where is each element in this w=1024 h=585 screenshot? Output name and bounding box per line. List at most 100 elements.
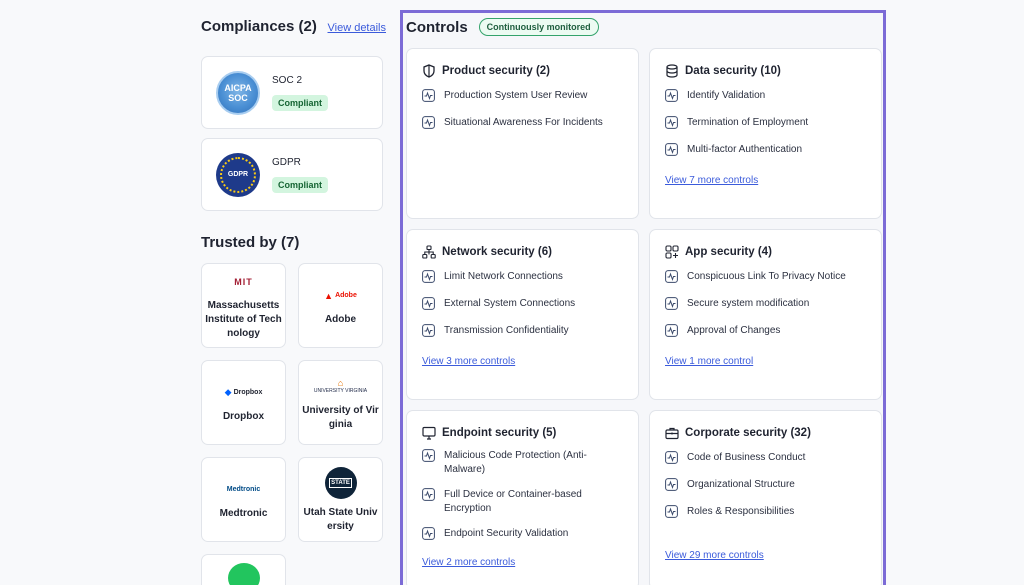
control-item[interactable]: Transmission Confidentiality (422, 324, 623, 338)
control-label: Organizational Structure (687, 479, 795, 490)
uva-logo-text: UNIVERSITY VIRGINIA (313, 387, 368, 394)
pulse-icon (422, 324, 435, 337)
control-label: Limit Network Connections (444, 271, 563, 282)
dropbox-logo-text: Dropbox (233, 389, 263, 396)
pulse-icon (422, 527, 435, 540)
medtronic-logo: Medtronic (227, 479, 260, 501)
card-title: Network security (6) (422, 245, 623, 259)
dropbox-mark-icon: ◆ (224, 387, 232, 397)
compliance-card-gdpr[interactable]: GDPR GDPR Compliant (201, 138, 383, 211)
trusted-name: Utah State University (303, 506, 378, 532)
control-item[interactable]: External System Connections (422, 297, 623, 311)
monitoring-badge: Continuously monitored (478, 18, 599, 36)
control-item[interactable]: Situational Awareness For Incidents (422, 116, 623, 130)
control-label: Termination of Employment (687, 117, 809, 128)
card-title-text: Data security (10) (685, 65, 781, 77)
pulse-icon (422, 449, 435, 462)
control-label: Malicious Code Protection (Anti-Malware) (444, 450, 587, 475)
control-item[interactable]: Code of Business Conduct (665, 451, 866, 465)
mit-logo: MIT (234, 271, 253, 293)
card-title-text: Endpoint security (5) (442, 427, 557, 439)
card-title: Data security (10) (665, 64, 866, 78)
card-title-text: Corporate security (32) (685, 427, 811, 439)
trusted-card-mit[interactable]: MIT Massachusetts Institute of Technolog… (201, 263, 286, 348)
control-card-endpoint-security[interactable]: Endpoint security (5) Malicious Code Pro… (406, 410, 639, 585)
pulse-icon (422, 488, 435, 501)
control-label: Endpoint Security Validation (444, 528, 569, 539)
status-badge: Compliant (272, 176, 328, 193)
pulse-icon (665, 270, 678, 283)
card-title: App security (4) (665, 245, 866, 259)
adobe-logo-text: Adobe (335, 292, 357, 299)
compliance-name: SOC 2 (272, 74, 303, 86)
control-label: Transmission Confidentiality (444, 325, 569, 336)
apps-icon (665, 245, 679, 259)
pulse-icon (422, 116, 435, 129)
soc2-logo: AICPA SOC (216, 70, 260, 115)
compliances-header: Compliances (2) View details (201, 0, 386, 56)
usu-logo-text: STATE (329, 477, 352, 488)
control-card-app-security[interactable]: App security (4) Conspicuous Link To Pri… (649, 229, 882, 400)
status-badge: Compliant (272, 94, 328, 111)
trusted-name: Massachusetts Institute of Technology (205, 299, 282, 339)
pulse-icon (665, 89, 678, 102)
control-item[interactable]: Secure system modification (665, 297, 866, 311)
trusted-name: Adobe (324, 313, 357, 325)
compliance-card-soc2[interactable]: AICPA SOC SOC 2 Compliant (201, 56, 383, 129)
usu-emblem-icon: STATE (324, 466, 357, 499)
control-card-corporate-security[interactable]: Corporate security (32) Code of Business… (649, 410, 882, 585)
pulse-icon (665, 478, 678, 491)
control-item[interactable]: Identify Validation (665, 89, 866, 103)
trusted-card-usu[interactable]: STATE Utah State University (298, 457, 383, 542)
view-more-controls-link[interactable]: View 1 more control (665, 356, 753, 367)
control-item[interactable]: Roles & Responsibilities (665, 505, 866, 519)
trusted-name: Dropbox (222, 410, 265, 422)
trusted-by-title: Trusted by (7) (201, 234, 300, 251)
dropbox-logo: ◆ Dropbox (225, 382, 263, 404)
controls-panel: Controls Continuously monitored Product … (400, 10, 886, 585)
control-item[interactable]: Multi-factor Authentication (665, 143, 866, 157)
view-more-controls-link[interactable]: View 2 more controls (422, 557, 515, 568)
view-more-controls-link[interactable]: View 29 more controls (665, 550, 764, 561)
pulse-icon (665, 116, 678, 129)
control-item[interactable]: Limit Network Connections (422, 270, 623, 284)
trusted-card-adobe[interactable]: ▲ Adobe Adobe (298, 263, 383, 348)
control-label: Approval of Changes (687, 325, 781, 336)
trusted-by-grid: MIT Massachusetts Institute of Technolog… (201, 263, 383, 585)
view-more-controls-link[interactable]: View 7 more controls (665, 175, 758, 186)
view-details-link[interactable]: View details (328, 22, 387, 34)
control-card-product-security[interactable]: Product security (2) Production System U… (406, 48, 639, 219)
left-column: Compliances (2) View details AICPA SOC S… (201, 0, 386, 585)
pulse-icon (422, 89, 435, 102)
card-title-text: Product security (2) (442, 65, 550, 77)
card-title-text: Network security (6) (442, 246, 552, 258)
pulse-icon (422, 297, 435, 310)
uva-rotunda-icon: ⌂ (337, 377, 344, 388)
controls-header: Controls Continuously monitored (406, 18, 599, 36)
control-label: Conspicuous Link To Privacy Notice (687, 271, 846, 282)
network-icon (422, 245, 436, 259)
control-item[interactable]: Approval of Changes (665, 324, 866, 338)
monitor-icon (422, 426, 436, 440)
control-card-data-security[interactable]: Data security (10) Identify Validation T… (649, 48, 882, 219)
trusted-card-dropbox[interactable]: ◆ Dropbox Dropbox (201, 360, 286, 445)
adobe-mark-icon: ▲ (324, 290, 334, 301)
card-title: Corporate security (32) (665, 426, 866, 440)
control-card-network-security[interactable]: Network security (6) Limit Network Conne… (406, 229, 639, 400)
control-item[interactable]: Full Device or Container-based Encryptio… (422, 488, 623, 516)
trusted-card-partial[interactable] (201, 554, 286, 585)
trusted-card-medtronic[interactable]: Medtronic Medtronic (201, 457, 286, 542)
control-item[interactable]: Organizational Structure (665, 478, 866, 492)
trusted-card-uva[interactable]: ⌂ UNIVERSITY VIRGINIA University of Virg… (298, 360, 383, 445)
control-item[interactable]: Endpoint Security Validation (422, 527, 623, 541)
card-title-text: App security (4) (685, 246, 772, 258)
controls-title: Controls (406, 18, 468, 36)
briefcase-icon (665, 427, 679, 440)
gdpr-logo-text: GDPR (227, 170, 249, 178)
card-title: Endpoint security (5) (422, 426, 623, 440)
control-item[interactable]: Termination of Employment (665, 116, 866, 130)
control-item[interactable]: Malicious Code Protection (Anti-Malware) (422, 449, 623, 477)
control-item[interactable]: Conspicuous Link To Privacy Notice (665, 270, 866, 284)
view-more-controls-link[interactable]: View 3 more controls (422, 356, 515, 367)
control-item[interactable]: Production System User Review (422, 89, 623, 103)
